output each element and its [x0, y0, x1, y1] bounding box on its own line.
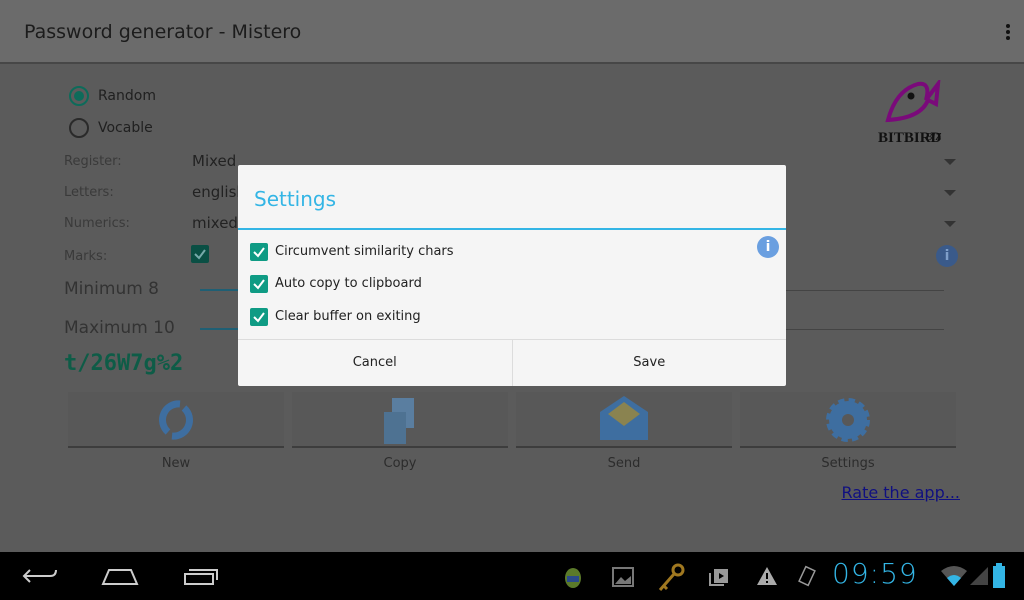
info-icon[interactable]: i [936, 245, 958, 267]
back-icon[interactable] [22, 566, 58, 586]
system-navigation-bar: 09:59 [0, 552, 1024, 600]
letters-label: Letters: [64, 185, 114, 200]
rotation-icon [798, 565, 816, 587]
radio-random-label: Random [98, 88, 156, 104]
refresh-icon [159, 400, 193, 440]
auto-copy-checkbox[interactable] [250, 275, 268, 293]
auto-copy-label: Auto copy to clipboard [275, 276, 422, 291]
radio-vocable[interactable] [69, 118, 89, 138]
app-title: Password generator - Mistero [24, 21, 302, 43]
copy-label: Copy [383, 456, 417, 471]
bitbird-logo: BITBIRD BIZ [876, 77, 946, 146]
clock: 09:59 [832, 557, 918, 590]
register-dropdown-icon[interactable] [944, 159, 956, 165]
marks-checkbox[interactable] [191, 245, 209, 263]
minimum-label: Minimum 8 [64, 279, 160, 299]
letters-dropdown-icon[interactable] [944, 190, 956, 196]
minimum-slider-fill [200, 289, 240, 291]
cancel-button[interactable]: Cancel [238, 340, 512, 386]
gallery-icon [612, 567, 634, 587]
rate-app-link[interactable]: Rate the app... [842, 483, 961, 502]
settings-label: Settings [821, 456, 875, 471]
numerics-dropdown-icon[interactable] [944, 221, 956, 227]
send-button[interactable] [516, 392, 732, 448]
marks-label: Marks: [64, 249, 108, 264]
recent-apps-icon[interactable] [183, 566, 219, 586]
envelope-icon [600, 396, 648, 440]
settings-dialog: Settings i Circumvent similarity chars A… [238, 165, 786, 386]
register-select[interactable]: Mixed [192, 152, 236, 170]
dialog-title: Settings [254, 187, 337, 211]
circumvent-checkbox[interactable] [250, 243, 268, 261]
key-icon [658, 563, 685, 591]
wifi-icon [941, 566, 967, 586]
gear-icon [826, 398, 870, 442]
copy-button[interactable] [292, 392, 508, 448]
new-label: New [161, 456, 191, 471]
clear-buffer-label: Clear buffer on exiting [275, 309, 421, 324]
settings-button[interactable] [740, 392, 956, 448]
store-icon [709, 569, 728, 586]
warning-icon [757, 567, 777, 585]
radio-vocable-label: Vocable [98, 120, 153, 136]
action-bar: Password generator - Mistero [0, 0, 1024, 64]
signal-icon [970, 567, 988, 585]
android-icon [565, 568, 581, 588]
numerics-select[interactable]: mixed [192, 214, 238, 232]
send-label: Send [607, 456, 641, 471]
generated-password: t/26W7g%2 [64, 351, 184, 376]
save-button[interactable]: Save [511, 340, 787, 386]
register-label: Register: [64, 154, 122, 169]
new-button[interactable] [68, 392, 284, 448]
radio-random[interactable] [69, 86, 89, 106]
copy-icon [384, 398, 414, 444]
dialog-divider [238, 228, 786, 230]
home-icon[interactable] [101, 566, 139, 586]
battery-icon [993, 563, 1005, 588]
info-icon[interactable]: i [757, 236, 779, 258]
numerics-label: Numerics: [64, 216, 130, 231]
overflow-menu-icon[interactable] [1006, 24, 1010, 42]
svg-text:BIZ: BIZ [926, 132, 941, 143]
circumvent-label: Circumvent similarity chars [275, 244, 454, 259]
maximum-label: Maximum 10 [64, 318, 175, 338]
clear-buffer-checkbox[interactable] [250, 308, 268, 326]
maximum-slider-fill [200, 328, 240, 330]
